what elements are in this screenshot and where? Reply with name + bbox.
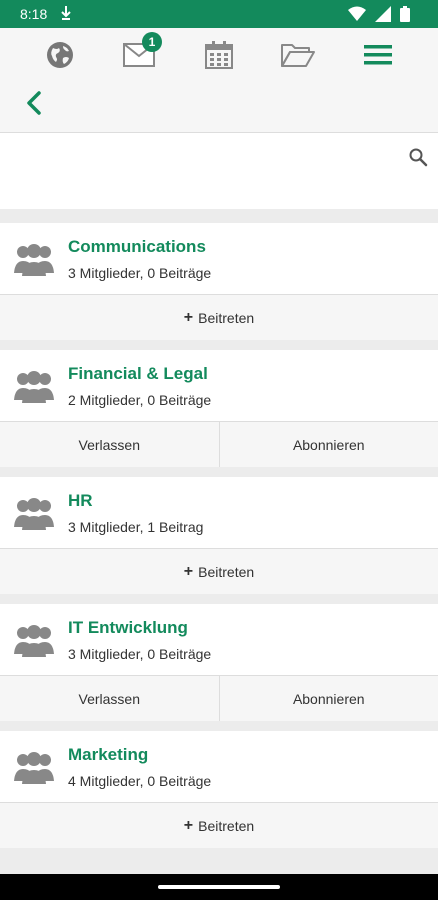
group-meta: 4 Mitglieder, 0 Beiträge	[68, 773, 212, 789]
wifi-icon	[348, 6, 367, 21]
group-card[interactable]: IT Entwicklung 3 Mitglieder, 0 Beiträge …	[0, 604, 438, 721]
search-input[interactable]	[0, 133, 404, 211]
group-card[interactable]: Financial & Legal 2 Mitglieder, 0 Beiträ…	[0, 350, 438, 467]
group-meta: 3 Mitglieder, 0 Beiträge	[68, 646, 212, 662]
group-meta: 2 Mitglieder, 0 Beiträge	[68, 392, 212, 408]
group-meta: 3 Mitglieder, 1 Beitrag	[68, 519, 204, 535]
search-icon[interactable]	[408, 147, 428, 167]
group-actions: Verlassen Abonnieren	[0, 675, 438, 721]
group-card[interactable]: Communications 3 Mitglieder, 0 Beiträge …	[0, 223, 438, 340]
signal-icon	[375, 6, 392, 22]
group-title[interactable]: Financial & Legal	[68, 364, 208, 384]
group-icon	[14, 498, 54, 530]
subscribe-button[interactable]: Abonnieren	[218, 422, 438, 467]
join-label: Beitreten	[198, 309, 255, 326]
download-status-icon	[61, 6, 71, 20]
home-indicator[interactable]	[158, 885, 280, 889]
battery-icon	[400, 6, 410, 22]
group-title[interactable]: Marketing	[68, 745, 148, 765]
join-button[interactable]: + Beitreten	[0, 295, 438, 340]
chevron-left-icon	[27, 91, 41, 115]
leave-button[interactable]: Verlassen	[0, 676, 219, 721]
main-menu-button[interactable]	[361, 40, 395, 70]
group-icon	[14, 244, 54, 276]
status-indicators	[343, 6, 410, 22]
folder-icon	[281, 44, 315, 67]
join-label: Beitreten	[198, 817, 255, 834]
group-actions: Verlassen Abonnieren	[0, 421, 438, 467]
calendar-nav-button[interactable]	[202, 40, 236, 70]
group-actions: + Beitreten	[0, 802, 438, 848]
plus-icon: +	[183, 562, 194, 580]
globe-nav-button[interactable]	[43, 40, 77, 70]
group-title[interactable]: Communications	[68, 237, 206, 257]
group-title[interactable]: IT Entwicklung	[68, 618, 188, 638]
subscribe-button[interactable]: Abonnieren	[218, 676, 438, 721]
plus-icon: +	[183, 308, 194, 326]
globe-icon	[47, 42, 73, 68]
group-actions: + Beitreten	[0, 548, 438, 594]
group-card[interactable]: HR 3 Mitglieder, 1 Beitrag + Beitreten	[0, 477, 438, 594]
group-title[interactable]: HR	[68, 491, 93, 511]
leave-button[interactable]: Verlassen	[0, 422, 219, 467]
join-button[interactable]: + Beitreten	[0, 803, 438, 848]
files-nav-button[interactable]	[281, 40, 315, 70]
join-label: Beitreten	[198, 563, 255, 580]
group-meta: 3 Mitglieder, 0 Beiträge	[68, 265, 212, 281]
group-icon	[14, 625, 54, 657]
top-toolbar: 1	[0, 28, 438, 133]
calendar-icon	[205, 41, 233, 69]
status-time: 8:18	[20, 6, 48, 22]
group-icon	[14, 752, 54, 784]
messages-nav-button[interactable]: 1	[122, 32, 162, 70]
group-icon	[14, 371, 54, 403]
menu-icon	[364, 45, 392, 65]
join-button[interactable]: + Beitreten	[0, 549, 438, 594]
system-navigation-bar	[0, 874, 438, 900]
messages-badge: 1	[142, 32, 162, 52]
status-bar: 8:18	[0, 0, 438, 28]
back-button[interactable]	[22, 90, 48, 116]
plus-icon: +	[183, 816, 194, 834]
group-card[interactable]: Marketing 4 Mitglieder, 0 Beiträge + Bei…	[0, 731, 438, 848]
search-bar	[0, 133, 438, 211]
group-actions: + Beitreten	[0, 294, 438, 340]
